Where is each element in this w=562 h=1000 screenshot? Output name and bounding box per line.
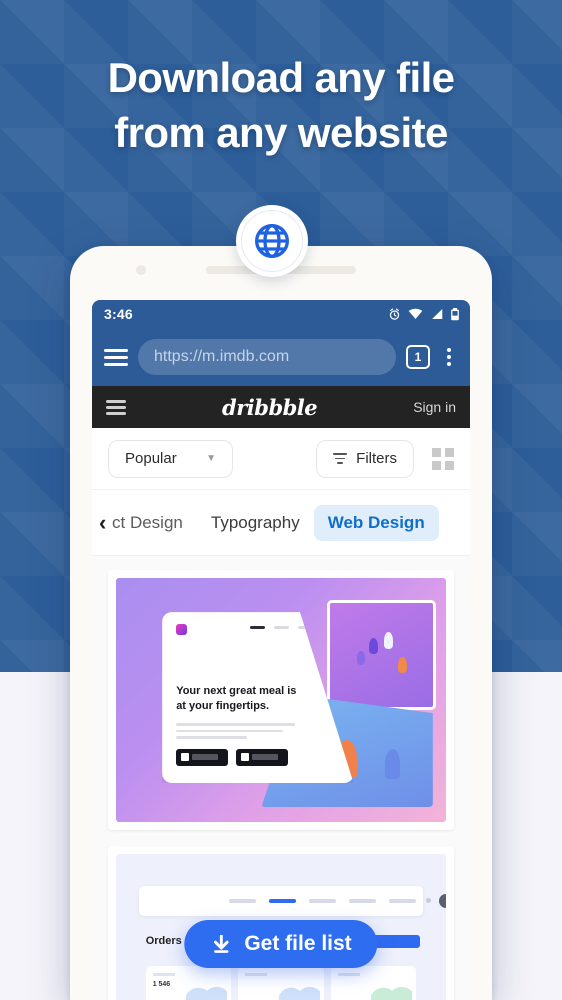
stat-card: 1 546 [145, 966, 232, 1000]
dashboard-topnav [139, 885, 446, 916]
status-bar: 3:46 [92, 300, 470, 328]
phone-screen: 3:46 https://m.imdb.com 1 dribbble Sign … [92, 300, 470, 1000]
category-chip-product-design[interactable]: ct Design [98, 505, 197, 541]
chevron-down-icon: ▼ [206, 453, 216, 464]
artwork-subtext [176, 723, 295, 743]
sign-in-link[interactable]: Sign in [413, 399, 456, 415]
category-chip-typography[interactable]: Typography [197, 505, 314, 541]
app-icon-ring [241, 210, 303, 272]
battery-icon [451, 307, 459, 320]
app-store-badge [176, 748, 229, 766]
artwork-panel-right [327, 599, 437, 710]
stat-value: 1 546 [152, 981, 171, 989]
alarm-icon [389, 307, 400, 320]
wifi-icon [408, 308, 423, 319]
artwork-logo-icon [176, 624, 188, 636]
shot-card-food-delivery[interactable]: Your next great meal is at your fingerti… [108, 570, 454, 830]
site-hamburger-icon[interactable] [106, 399, 126, 415]
get-file-list-label: Get file list [244, 932, 352, 955]
stat-card [238, 966, 324, 1000]
category-chip-row: ‹ ct Design Typography Web Design [92, 490, 470, 556]
shot-thumbnail: Your next great meal is at your fingerti… [116, 578, 446, 822]
sparkline [371, 985, 413, 1000]
category-chip-web-design[interactable]: Web Design [313, 504, 439, 541]
sparkline [186, 985, 228, 1000]
browser-toolbar: https://m.imdb.com 1 [92, 328, 470, 386]
sort-dropdown[interactable]: Popular ▼ [108, 439, 233, 478]
get-file-list-button[interactable]: Get file list [184, 920, 378, 968]
headline-line-2: from any website [114, 109, 448, 157]
dribbble-logo: dribbble [222, 394, 318, 420]
site-header: dribbble Sign in [92, 386, 470, 428]
figure [384, 749, 400, 779]
dashboard-nav-items [228, 898, 416, 903]
kebab-menu-icon[interactable] [440, 348, 458, 366]
dashboard-topnav-right [425, 893, 446, 908]
page-title: Download any file from any website [0, 50, 562, 161]
sort-dropdown-label: Popular [125, 450, 177, 467]
food-delivery-artwork: Your next great meal is at your fingerti… [116, 578, 446, 822]
artwork-store-badges [176, 748, 289, 766]
figure [369, 638, 379, 655]
artwork-headline: Your next great meal is at your fingerti… [176, 684, 297, 712]
phone-mockup: 3:46 https://m.imdb.com 1 dribbble Sign … [70, 246, 492, 1000]
chevron-left-icon[interactable]: ‹ [99, 511, 106, 534]
sliders-icon [333, 453, 348, 464]
filter-toolbar: Popular ▼ Filters [92, 428, 470, 490]
signal-icon [432, 308, 443, 320]
tab-count-button[interactable]: 1 [406, 345, 430, 369]
download-icon [210, 935, 232, 953]
filters-button-label: Filters [356, 450, 397, 467]
sparkline [278, 985, 320, 1000]
app-icon [236, 205, 308, 277]
browser-menu-icon[interactable] [104, 348, 128, 366]
google-play-badge [236, 748, 289, 766]
grid-view-icon[interactable] [432, 447, 454, 470]
phone-camera [136, 265, 146, 275]
figure [383, 632, 393, 650]
stat-card [330, 966, 417, 1000]
filters-button[interactable]: Filters [316, 439, 414, 478]
headline-line-1: Download any file [107, 54, 455, 101]
dashboard-primary-button [371, 934, 420, 948]
artwork-hero-card: Your next great meal is at your fingerti… [162, 612, 354, 783]
figure [356, 650, 365, 665]
figure [398, 656, 408, 673]
status-clock: 3:46 [104, 306, 133, 322]
status-icon-group [388, 307, 460, 321]
url-input[interactable]: https://m.imdb.com [138, 339, 396, 375]
artwork-nav [250, 626, 314, 630]
dashboard-stat-cards: 1 546 [145, 966, 417, 1000]
